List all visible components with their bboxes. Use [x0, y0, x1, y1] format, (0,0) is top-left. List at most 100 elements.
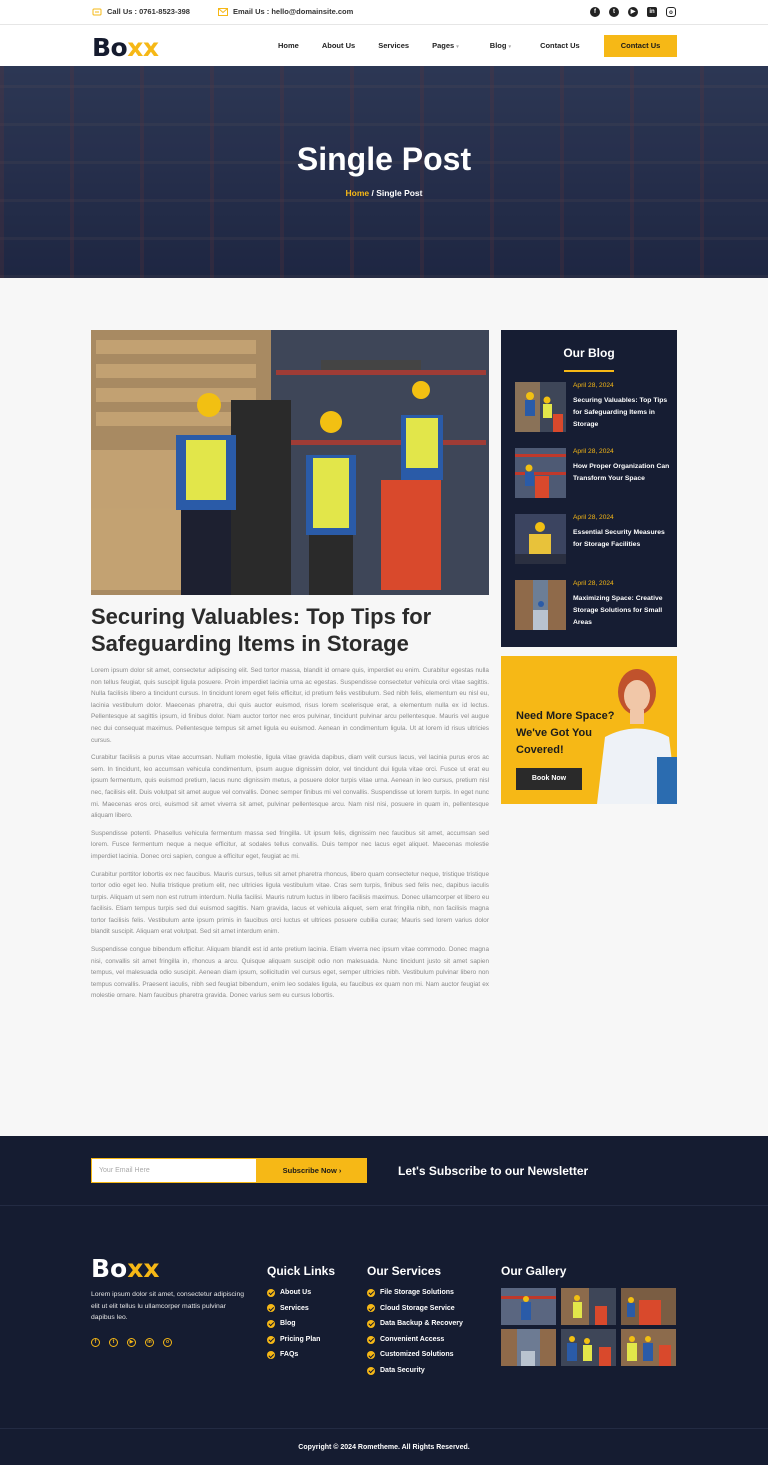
gallery-image[interactable] [621, 1288, 676, 1325]
post-thumbnail [515, 580, 566, 630]
post-paragraph: Lorem ipsum dolor sit amet, consectetur … [91, 667, 489, 744]
nav-about[interactable]: About Us [322, 41, 355, 50]
breadcrumb-current: Single Post [376, 188, 423, 198]
nav-pages-label: Pages [432, 41, 455, 50]
chevron-down-icon: ▾ [456, 44, 459, 50]
recent-post-item[interactable]: April 28, 2024 Essential Security Measur… [515, 514, 670, 566]
footer-link[interactable]: FAQs [267, 1347, 320, 1363]
footer-link[interactable]: File Storage Solutions [367, 1285, 463, 1301]
linkedin-icon[interactable]: in [145, 1338, 154, 1347]
link-label: Services [280, 1304, 309, 1312]
footer-link[interactable]: Services [267, 1301, 320, 1317]
top-bar: Call Us : 0761-8523-398 Email Us : hello… [0, 0, 768, 25]
gallery-image[interactable] [561, 1329, 616, 1366]
mail-icon [218, 7, 228, 16]
twitter-icon[interactable]: t [109, 1338, 118, 1347]
subscribe-button[interactable]: Subscribe Now › [257, 1158, 367, 1183]
post-paragraph: Curabitur facilisis a purus vitae accums… [91, 754, 489, 820]
instagram-icon[interactable]: o [666, 7, 676, 17]
footer-logo[interactable]: Boxx [91, 1254, 160, 1283]
link-label: FAQs [280, 1351, 299, 1359]
twitter-icon[interactable]: t [609, 7, 619, 17]
check-icon [367, 1366, 375, 1375]
newsletter-email-input[interactable]: Your Email Here [91, 1158, 257, 1183]
contact-us-button[interactable]: Contact Us [604, 35, 677, 57]
check-icon [367, 1351, 375, 1360]
sidebar-recent-posts: Our Blog April 28, 2024 Securing Valuabl… [501, 330, 677, 647]
chevron-down-icon: ▾ [508, 44, 512, 50]
nav-contact[interactable]: Contact Us [540, 41, 580, 50]
link-label: Pricing Plan [280, 1335, 321, 1343]
phone-contact[interactable]: Call Us : 0761-8523-398 [92, 7, 190, 16]
link-label: Blog [280, 1320, 296, 1328]
post-date: April 28, 2024 [573, 448, 614, 455]
footer-link[interactable]: Data Security [367, 1363, 463, 1379]
post-link-title[interactable]: How Proper Organization Can Transform Yo… [573, 461, 673, 485]
link-label: About Us [280, 1289, 312, 1296]
instagram-icon[interactable]: o [163, 1338, 172, 1347]
gallery-image[interactable] [501, 1288, 556, 1325]
gallery-image[interactable] [621, 1329, 676, 1366]
brand-logo[interactable]: Boxx [92, 33, 159, 62]
nav-home[interactable]: Home [278, 41, 299, 50]
footer-link[interactable]: Data Backup & Recovery [367, 1316, 463, 1332]
promo-banner: Need More Space? We've Got You Covered! … [501, 656, 677, 804]
facebook-icon[interactable]: f [590, 7, 600, 17]
link-label: File Storage Solutions [380, 1289, 454, 1296]
gallery-image[interactable] [561, 1288, 616, 1325]
post-featured-image [91, 330, 489, 595]
footer-link[interactable]: Blog [267, 1316, 320, 1332]
post-link-title[interactable]: Essential Security Measures for Storage … [573, 527, 673, 551]
youtube-icon[interactable]: ▶ [127, 1338, 136, 1347]
post-date: April 28, 2024 [573, 382, 614, 389]
breadcrumb-home[interactable]: Home [345, 188, 369, 198]
page-hero: Single Post Home / Single Post [0, 66, 768, 278]
check-icon [367, 1335, 375, 1344]
recent-post-item[interactable]: April 28, 2024 Securing Valuables: Top T… [515, 382, 670, 434]
subscribe-label: Subscribe Now [282, 1166, 337, 1175]
gallery-image[interactable] [501, 1329, 556, 1366]
footer-link[interactable]: Customized Solutions [367, 1347, 463, 1363]
arrow-right-icon: › [338, 1166, 342, 1175]
post-date: April 28, 2024 [573, 514, 614, 521]
footer-social-links: f t ▶ in o [91, 1338, 172, 1347]
nav-pages[interactable]: Pages ▾ [432, 41, 459, 50]
logo-suffix: xx [127, 1254, 160, 1283]
post-title: Securing Valuables: Top Tips for Safegua… [91, 604, 432, 656]
gallery-title: Our Gallery [501, 1264, 567, 1278]
email-text: Email Us : hello@domainsite.com [233, 7, 354, 16]
site-footer: Your Email Here Subscribe Now › Let's Su… [0, 1136, 768, 1465]
services-title: Our Services [367, 1264, 442, 1278]
page-title: Single Post [296, 141, 472, 177]
facebook-icon[interactable]: f [91, 1338, 100, 1347]
post-date: April 28, 2024 [573, 580, 614, 587]
quick-links-list: About Us Services Blog Pricing Plan FAQs [267, 1285, 320, 1363]
footer-link[interactable]: About Us [267, 1285, 320, 1301]
youtube-icon[interactable]: ▶ [628, 7, 638, 17]
link-label: Convenient Access [380, 1335, 445, 1343]
footer-link[interactable]: Convenient Access [367, 1332, 463, 1348]
copyright-text: Copyright © 2024 Rometheme. All Rights R… [0, 1428, 768, 1465]
post-thumbnail [515, 514, 566, 564]
email-contact[interactable]: Email Us : hello@domainsite.com [218, 7, 353, 16]
book-now-button[interactable]: Book Now [516, 768, 582, 790]
quick-links-title: Quick Links [267, 1264, 336, 1278]
footer-link[interactable]: Cloud Storage Service [367, 1301, 463, 1317]
check-icon [367, 1304, 375, 1313]
recent-post-item[interactable]: April 28, 2024 Maximizing Space: Creativ… [515, 580, 670, 632]
post-link-title[interactable]: Maximizing Space: Creative Storage Solut… [573, 593, 673, 628]
post-link-title[interactable]: Securing Valuables: Top Tips for Safegua… [573, 395, 673, 430]
logo-prefix: Bo [92, 33, 128, 62]
footer-gallery [501, 1288, 677, 1366]
post-paragraph: Suspendisse congue bibendum efficitur. A… [91, 946, 489, 1000]
nav-blog[interactable]: Blog ▾ [490, 41, 511, 50]
post-thumbnail [515, 448, 566, 498]
check-icon [267, 1304, 275, 1313]
services-list: File Storage Solutions Cloud Storage Ser… [367, 1285, 463, 1379]
nav-services[interactable]: Services [378, 41, 409, 50]
nav-menu: Home About Us Services Pages ▾ Blog ▾ Co… [278, 41, 580, 50]
recent-post-item[interactable]: April 28, 2024 How Proper Organization C… [515, 448, 670, 500]
linkedin-icon[interactable]: in [647, 7, 657, 17]
check-icon [267, 1335, 275, 1344]
footer-link[interactable]: Pricing Plan [267, 1332, 320, 1348]
